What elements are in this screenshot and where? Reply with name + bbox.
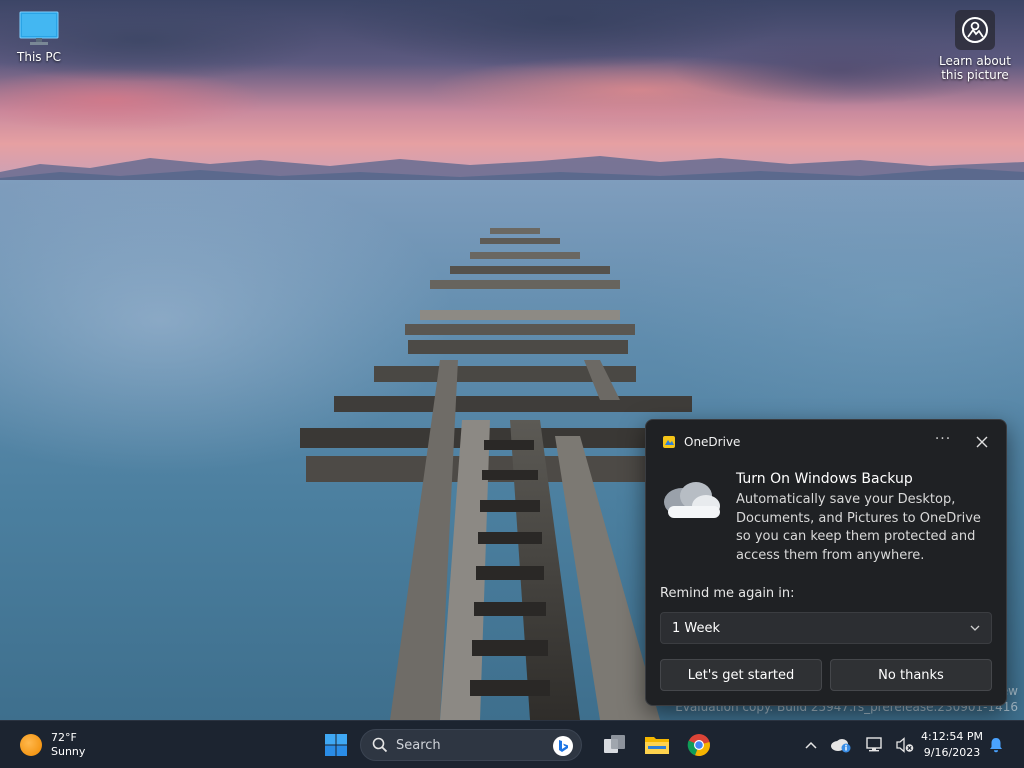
computer-icon <box>19 11 59 45</box>
no-thanks-button[interactable]: No thanks <box>830 659 992 691</box>
bell-icon <box>990 738 1002 753</box>
search-placeholder: Search <box>396 737 441 753</box>
notification-center-button[interactable] <box>986 734 1006 756</box>
file-explorer-button[interactable] <box>636 725 678 765</box>
taskbar-center: Search <box>318 721 720 768</box>
camera-info-icon <box>955 10 995 50</box>
toast-header: OneDrive <box>662 433 740 451</box>
toast-app-name: OneDrive <box>684 435 741 449</box>
clock-time: 4:12:54 PM <box>920 730 984 743</box>
cloud-icon <box>664 482 720 518</box>
toast-title: Turn On Windows Backup <box>736 471 913 487</box>
network-icon <box>866 737 882 752</box>
windows-logo-icon <box>325 734 347 756</box>
remind-label: Remind me again in: <box>660 586 795 601</box>
show-hidden-icons-button[interactable] <box>796 725 826 765</box>
chevron-down-icon <box>970 625 980 631</box>
toast-body: Automatically save your Desktop, Documen… <box>736 492 981 563</box>
start-button[interactable] <box>318 727 354 763</box>
onedrive-app-icon <box>663 436 675 448</box>
task-view-button[interactable] <box>594 725 636 765</box>
task-view-icon <box>604 735 625 753</box>
remind-interval-select[interactable]: 1 Week <box>660 612 992 644</box>
toast-more-options-button[interactable]: ··· <box>932 432 954 452</box>
chrome-icon <box>687 734 710 757</box>
desktop-icon-label: Learn about this picture <box>939 54 1011 82</box>
onedrive-cloud-info-icon <box>831 739 851 753</box>
chevron-up-icon <box>805 741 817 749</box>
taskbar-search[interactable]: Search <box>360 729 582 761</box>
weather-temperature: 72°F <box>51 731 77 744</box>
desktop-icon-this-pc[interactable]: This PC <box>0 10 78 64</box>
file-explorer-icon <box>645 737 669 754</box>
system-tray <box>796 721 920 768</box>
desktop-icon-label: This PC <box>17 50 61 64</box>
desktop-icon-learn-about-picture[interactable]: Learn about this picture <box>936 10 1014 82</box>
toast-close-button[interactable] <box>972 432 992 452</box>
taskbar-clock[interactable]: 4:12:54 PM 9/16/2023 <box>912 729 992 761</box>
close-icon <box>976 436 988 448</box>
onedrive-tray-button[interactable] <box>826 725 856 765</box>
bing-icon[interactable] <box>553 736 573 756</box>
search-icon <box>372 737 388 753</box>
remind-interval-value: 1 Week <box>672 620 721 636</box>
lets-get-started-button[interactable]: Let's get started <box>660 659 822 691</box>
onedrive-notification: OneDrive ··· Turn On Windows Backup Auto… <box>645 419 1007 706</box>
clock-date: 9/16/2023 <box>923 746 981 759</box>
taskbar: 72°F Sunny Search 4:12:54 PM 9/16/2023 <box>0 720 1024 768</box>
network-tray-button[interactable] <box>860 725 890 765</box>
weather-widget[interactable]: 72°F Sunny <box>20 731 85 759</box>
chrome-button[interactable] <box>678 725 720 765</box>
sun-icon <box>20 734 42 756</box>
weather-condition: Sunny <box>51 745 86 758</box>
